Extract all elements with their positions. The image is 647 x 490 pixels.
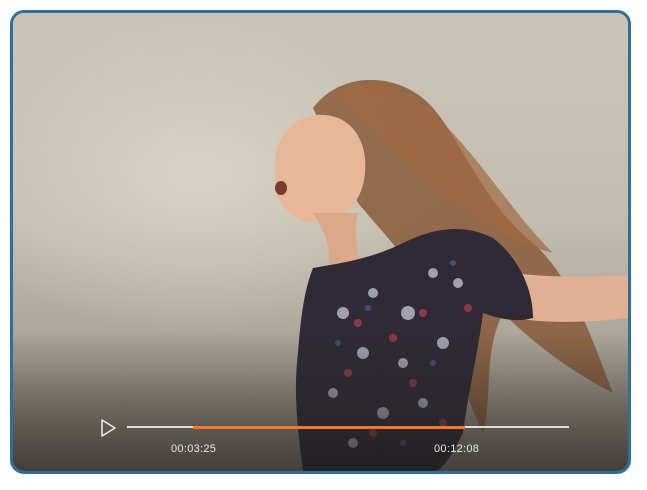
video-player: 00:03:25 00:12:08 (10, 10, 631, 474)
trim-end-time: 00:12:08 (434, 443, 480, 455)
play-button[interactable] (97, 417, 119, 439)
trim-selection (193, 425, 465, 429)
play-icon (101, 419, 116, 437)
playback-controls: 00:03:25 00:12:08 (13, 381, 628, 471)
timeline-track[interactable]: 00:03:25 00:12:08 (127, 425, 569, 455)
trim-start-time: 00:03:25 (171, 443, 217, 455)
